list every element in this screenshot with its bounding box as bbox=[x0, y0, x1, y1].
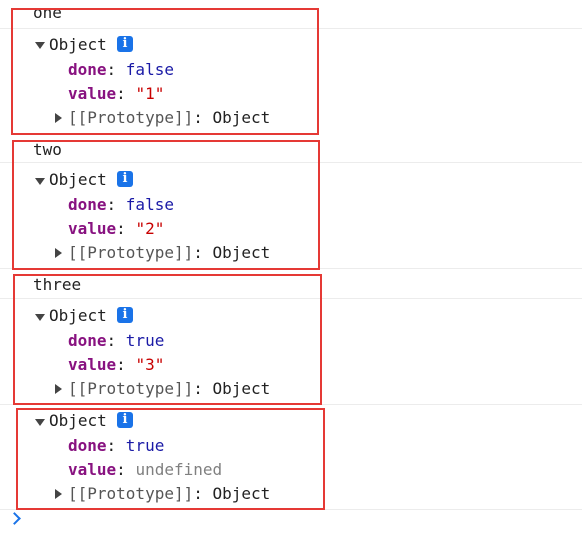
highlight-box bbox=[13, 274, 322, 405]
chevron-right-icon[interactable] bbox=[8, 512, 21, 525]
highlight-box bbox=[12, 140, 320, 270]
highlight-box bbox=[11, 8, 319, 135]
highlight-box bbox=[16, 408, 325, 510]
